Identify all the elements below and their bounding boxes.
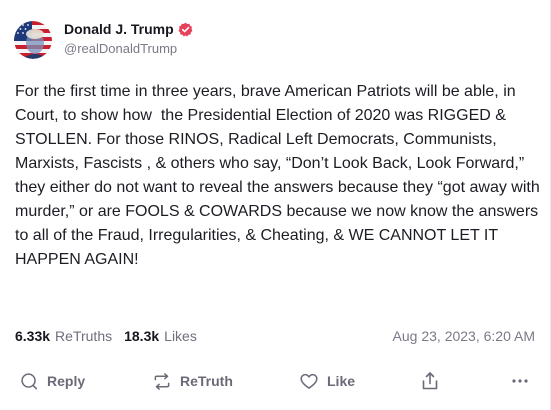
retruths-label: ReTruths [55,328,113,344]
retruth-label: ReTruth [180,373,233,389]
share-button[interactable] [421,364,439,398]
retruth-button[interactable]: ReTruth [152,364,233,398]
post-timestamp[interactable]: Aug 23, 2023, 6:20 AM [393,327,535,345]
action-bar: Reply ReTruth Like [0,364,551,398]
verified-badge-icon [178,22,193,37]
post-header: Donald J. Trump @realDonaldTrump [14,18,193,62]
more-options-button[interactable] [511,364,529,398]
like-button[interactable]: Like [299,364,355,398]
flag-portrait-avatar-icon [14,21,52,59]
author-handle[interactable]: @realDonaldTrump [64,40,193,58]
display-name[interactable]: Donald J. Trump [64,20,174,38]
retruths-stat[interactable]: 6.33k ReTruths [15,328,112,344]
post-stats: 6.33k ReTruths 18.3k Likes [15,327,209,345]
reply-button[interactable]: Reply [20,364,85,398]
share-icon [421,371,439,391]
likes-label: Likes [164,328,197,344]
like-icon [299,372,319,391]
like-label: Like [327,373,356,389]
reply-icon [20,372,39,391]
retruths-count: 6.33k [15,328,51,344]
display-name-row: Donald J. Trump [64,20,193,38]
likes-stat[interactable]: 18.3k Likes [124,328,197,344]
author-names: Donald J. Trump @realDonaldTrump [64,20,193,58]
avatar[interactable] [14,21,52,59]
reply-label: Reply [47,373,86,389]
likes-count: 18.3k [124,328,160,344]
more-icon [511,378,529,384]
post-body: For the first time in three years, brave… [15,83,545,268]
post-card: Donald J. Trump @realDonaldTrump For the… [0,0,551,410]
retruth-icon [152,372,172,391]
